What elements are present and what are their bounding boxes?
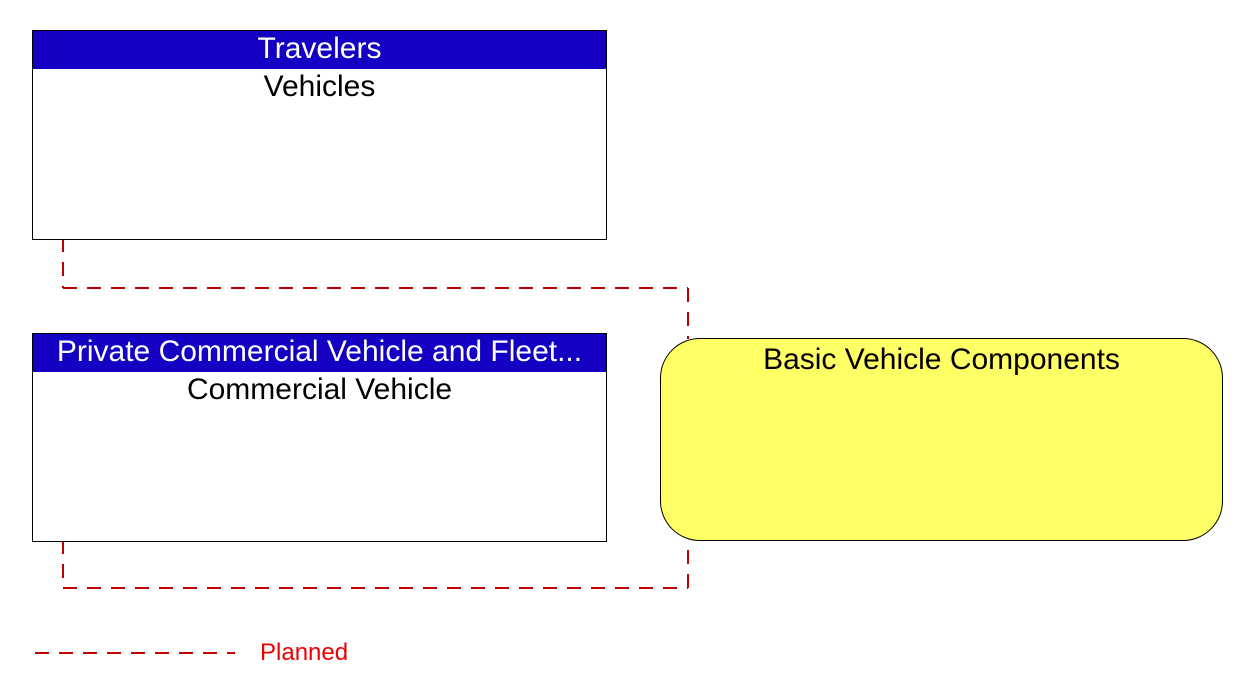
diagram-canvas: Travelers Vehicles Private Commercial Ve… [0, 0, 1252, 688]
bubble-label: Basic Vehicle Components [763, 343, 1120, 376]
entity-travelers-body: Vehicles [33, 69, 606, 105]
entity-travelers-header: Travelers [33, 31, 606, 69]
entity-commercial-body: Commercial Vehicle [33, 372, 606, 408]
bubble-basic-vehicle-components[interactable]: Basic Vehicle Components [660, 338, 1223, 541]
entity-travelers[interactable]: Travelers Vehicles [32, 30, 607, 240]
legend-planned-label: Planned [260, 641, 348, 665]
entity-commercial-header: Private Commercial Vehicle and Fleet... [33, 334, 606, 372]
entity-commercial[interactable]: Private Commercial Vehicle and Fleet... … [32, 333, 607, 542]
